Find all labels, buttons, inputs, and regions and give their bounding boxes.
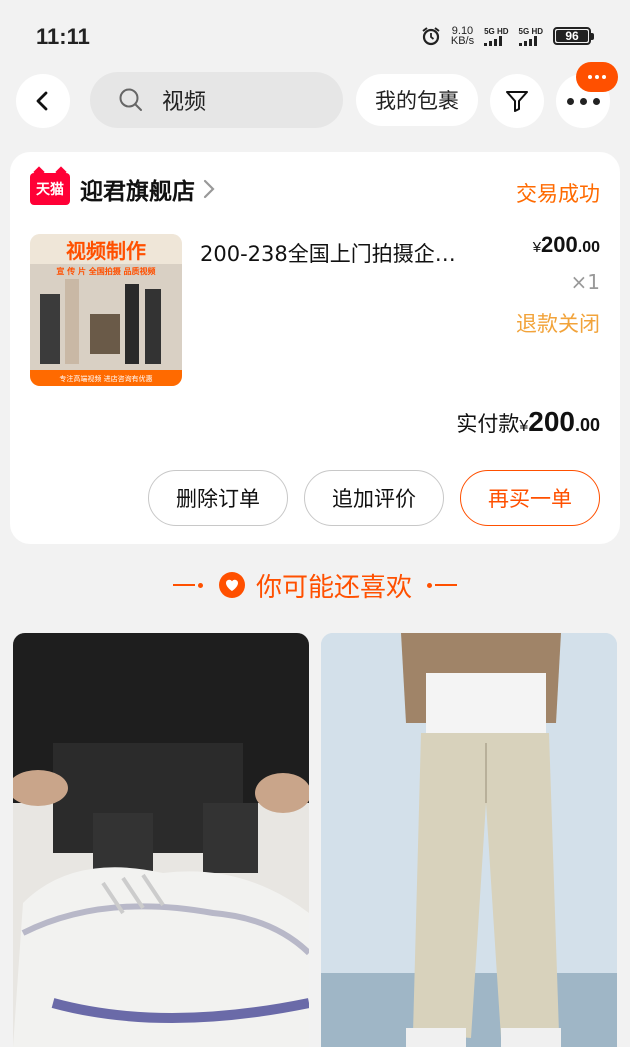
chevron-right-icon (203, 179, 215, 199)
price-decimal: .00 (577, 239, 600, 256)
sneaker-photo (13, 633, 309, 1047)
pants-photo (321, 633, 617, 1047)
status-indicators: 9.10 KB/s 5G HD 5G HD 96 (421, 26, 594, 47)
order-actions: 删除订单 追加评价 再买一单 (148, 470, 600, 526)
recommend-item-pants[interactable] (321, 633, 617, 1047)
recommend-item-sneakers[interactable] (13, 633, 309, 1047)
paid-integer: 200 (528, 406, 575, 437)
product-image[interactable]: 视频制作 宣 传 片 全国拍摄 品质视频 专注高端视频 进店咨询有优惠 (30, 234, 182, 386)
my-packages-button[interactable]: 我的包裹 (356, 74, 478, 126)
paid-currency: ¥ (519, 418, 529, 435)
message-badge[interactable] (576, 62, 618, 92)
back-button[interactable] (16, 74, 70, 128)
add-review-button[interactable]: 追加评价 (304, 470, 444, 526)
order-card: 天猫 迎君旗舰店 交易成功 视频制作 宣 传 片 全国拍摄 品质视频 专注高端视… (10, 152, 620, 544)
tmall-logo: 天猫 (30, 173, 70, 205)
quantity: ×1 (570, 270, 600, 294)
sim1-label: 5G HD (484, 26, 509, 36)
battery-level: 96 (556, 30, 588, 42)
signal-sim1: 5G HD (484, 26, 509, 46)
search-input[interactable]: 视频 (90, 72, 343, 128)
recommend-title: 你可能还喜欢 (255, 572, 412, 603)
product-title[interactable]: 200-238全国上门拍摄企… (200, 238, 490, 268)
recommend-header: 你可能还喜欢 (0, 562, 630, 608)
order-status: 交易成功 (516, 182, 600, 206)
decor-line-right (424, 582, 457, 588)
status-time: 11:11 (36, 24, 90, 49)
network-speed: 9.10 KB/s (450, 26, 475, 47)
paid-amount: 实付款 ¥200.00 (456, 406, 600, 438)
price-integer: 200 (541, 232, 578, 257)
thumb-footer: 专注高端视频 进店咨询有优惠 (59, 374, 152, 383)
status-bar: 11:11 9.10 KB/s 5G HD 5G HD 96 (0, 0, 630, 70)
search-query: 视频 (162, 90, 207, 115)
buy-again-button[interactable]: 再买一单 (460, 470, 600, 526)
signal-sim2: 5G HD (518, 26, 543, 46)
more-icon (566, 97, 600, 105)
paid-label: 实付款 (456, 413, 520, 436)
back-arrow-icon (36, 91, 48, 111)
net-speed-unit: KB/s (450, 35, 475, 47)
search-icon (119, 88, 142, 111)
price-currency: ¥ (532, 239, 542, 256)
alarm-icon (422, 27, 440, 46)
product-photo: 视频制作 宣 传 片 全国拍摄 品质视频 专注高端视频 进店咨询有优惠 (30, 234, 182, 386)
filter-button[interactable] (490, 74, 544, 128)
heart-icon (218, 572, 245, 598)
thumb-subtitle: 宣 传 片 全国拍摄 品质视频 (56, 266, 155, 276)
shop-header[interactable]: 天猫 迎君旗舰店 (30, 172, 215, 206)
thumb-title: 视频制作 (66, 239, 146, 263)
decor-line-left (172, 582, 206, 588)
delete-order-button[interactable]: 删除订单 (148, 470, 288, 526)
signal-bars-icon (518, 35, 537, 46)
top-nav: 视频 我的包裹 (0, 70, 630, 130)
unit-price: ¥200.00 (533, 232, 600, 258)
battery-icon: 96 (553, 27, 594, 45)
signal-bars-icon (484, 35, 503, 46)
sim2-label: 5G HD (518, 26, 543, 36)
paid-decimal: .00 (574, 415, 600, 435)
refund-status[interactable]: 退款关闭 (516, 308, 600, 338)
shop-name[interactable]: 迎君旗舰店 (80, 172, 195, 206)
filter-icon (506, 91, 528, 112)
